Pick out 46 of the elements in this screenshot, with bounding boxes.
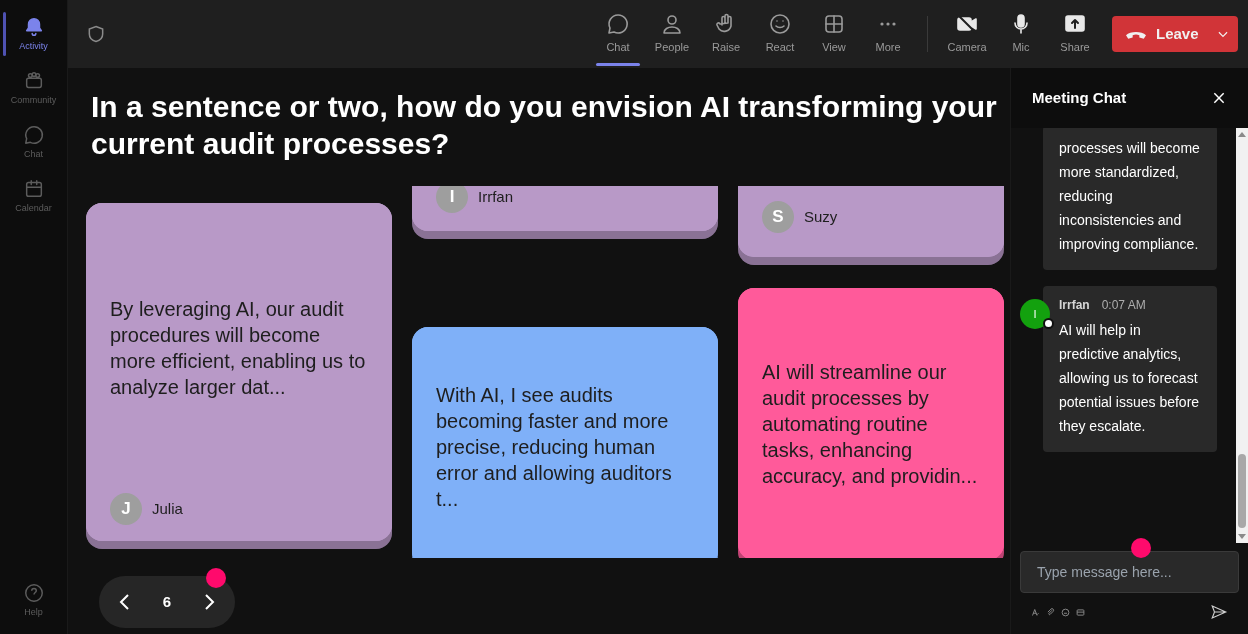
toolbar-button[interactable]: People [645, 0, 699, 68]
message-time: 0:07 AM [1101, 297, 1146, 314]
sender-name: Irrfan [1059, 297, 1090, 314]
device-button[interactable]: Share [1048, 0, 1102, 68]
avatar: J [110, 493, 142, 525]
question-mark-icon [22, 582, 45, 605]
author-name: Suzy [804, 206, 838, 227]
chat-icon [22, 124, 45, 147]
avatar: S [762, 201, 794, 233]
selection-bar [2, 12, 6, 56]
format-icon[interactable] [1031, 607, 1040, 617]
more-icon [879, 21, 897, 28]
smiley-icon [768, 12, 792, 37]
page-number: 6 [162, 591, 172, 612]
toolbar-button[interactable]: More [861, 0, 915, 68]
phone-hangup-icon [1126, 29, 1146, 39]
close-button[interactable] [1211, 90, 1227, 106]
author-name: Irrfan [478, 186, 513, 207]
device-button[interactable]: Mic [994, 0, 1048, 68]
toolbar-button[interactable]: React [753, 0, 807, 68]
device-button[interactable]: Camera [940, 0, 994, 68]
gif-icon[interactable] [1076, 607, 1085, 617]
avatar: I [436, 186, 468, 213]
paperclip-icon[interactable] [1046, 607, 1055, 617]
help-button[interactable]: Help [0, 576, 68, 626]
author-name: Julia [152, 498, 183, 519]
message-text: AI will help in predictive analytics, allowing us to forecast potential issues before they escalate. [1059, 321, 1201, 436]
leave-button[interactable]: Leave [1112, 16, 1238, 52]
toolbar-button[interactable]: View [807, 0, 861, 68]
shield-icon [86, 24, 106, 44]
toolbar-button[interactable]: Chat [591, 0, 645, 68]
answer-text: With AI, I see audits becoming faster and more precise, reducing human error and allowing auditors t... [436, 383, 673, 512]
message-input[interactable]: Type message here... [1020, 551, 1239, 593]
person-icon [660, 12, 684, 37]
chat-icon [606, 12, 630, 37]
message-text: processes will become more standardized, reducing inconsistencies and improving compliance. [1059, 139, 1201, 254]
send-icon[interactable] [1210, 603, 1228, 621]
emoji-icon[interactable] [1061, 607, 1070, 617]
toolbar-button[interactable]: Raise [699, 0, 753, 68]
question-title: In a sentence or two, how do you envision AI transforming your current audit processes? [91, 89, 998, 162]
sidebar-item[interactable]: Activity [0, 8, 68, 62]
active-underline [596, 63, 640, 66]
answer-text: AI will streamline our audit processes by automating routine tasks, enhancing accuracy, and providin... [762, 360, 979, 489]
close-icon [1211, 90, 1227, 106]
chat-title: Meeting Chat [1032, 87, 1127, 108]
answer-text: By leveraging AI, our audit procedures will become more efficient, enabling us to analyze larger dat... [110, 297, 367, 400]
